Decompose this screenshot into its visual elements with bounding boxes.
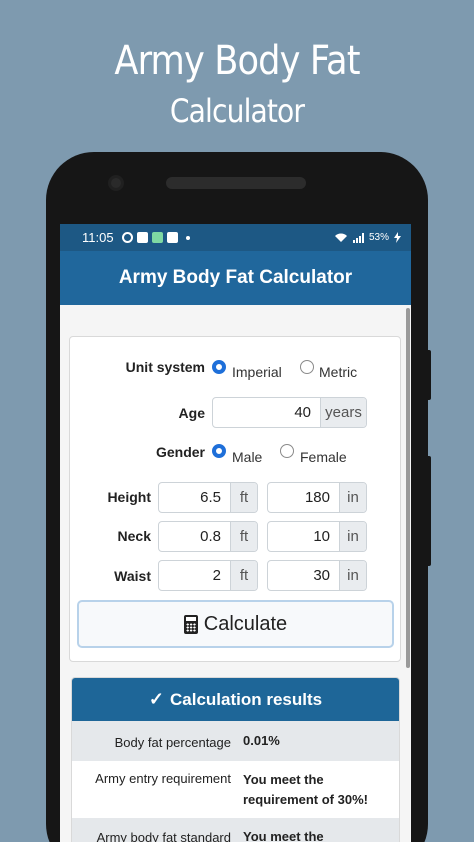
result-row-body-fat: Body fat percentage 0.01%: [72, 721, 399, 761]
height-ft-unit: ft: [230, 483, 257, 512]
radio-female-label[interactable]: Female: [300, 449, 347, 465]
result-value: 0.01%: [243, 733, 280, 748]
height-in-unit: in: [339, 483, 366, 512]
age-value[interactable]: 40: [213, 398, 320, 427]
height-in-input[interactable]: 180 in: [267, 482, 367, 513]
neck-ft-value[interactable]: 0.8: [159, 522, 230, 551]
height-in-value[interactable]: 180: [268, 483, 339, 512]
neck-in-value[interactable]: 10: [268, 522, 339, 551]
battery-icon: [394, 232, 401, 243]
neck-in-unit: in: [339, 522, 366, 551]
status-bar: 11:05 53%: [60, 224, 411, 251]
result-value: You meet the requirement of 30%!: [243, 772, 368, 807]
age-unit: years: [320, 398, 366, 427]
lock-icon: [136, 232, 148, 243]
wifi-icon: [334, 233, 347, 242]
chat-icon: [166, 232, 178, 243]
radio-imperial[interactable]: [212, 360, 226, 374]
whatsapp-icon: [121, 232, 133, 243]
waist-in-unit: in: [339, 561, 366, 590]
radio-imperial-label[interactable]: Imperial: [232, 364, 282, 380]
front-camera: [108, 175, 124, 191]
phone-screen: 11:05 53% Army Body Fat Calculator Unit: [60, 224, 411, 842]
waist-ft-input[interactable]: 2 ft: [158, 560, 258, 591]
phone-power-button: [426, 456, 431, 566]
signal-icon: [352, 232, 364, 243]
results-card: ✓ Calculation results Body fat percentag…: [71, 677, 400, 842]
app-bar: Army Body Fat Calculator: [60, 251, 411, 305]
neck-label: Neck: [117, 528, 151, 544]
radio-female[interactable]: [280, 444, 294, 458]
height-label: Height: [107, 489, 151, 505]
radio-male-label[interactable]: Male: [232, 449, 262, 465]
neck-ft-input[interactable]: 0.8 ft: [158, 521, 258, 552]
scrollbar[interactable]: [406, 308, 410, 668]
height-ft-input[interactable]: 6.5 ft: [158, 482, 258, 513]
battery-percentage: 53%: [368, 232, 389, 243]
more-notifications-dot: [185, 235, 190, 240]
calculate-button[interactable]: Calculate: [77, 600, 394, 648]
waist-label: Waist: [114, 568, 151, 584]
waist-in-value[interactable]: 30: [268, 561, 339, 590]
height-ft-value[interactable]: 6.5: [159, 483, 230, 512]
age-label: Age: [178, 405, 205, 421]
result-label: Army body fat standard: [96, 830, 231, 842]
promo-title-line2: Calculator: [169, 92, 305, 130]
status-time: 11:05: [82, 230, 114, 245]
radio-metric[interactable]: [300, 360, 314, 374]
radio-metric-label[interactable]: Metric: [319, 364, 357, 380]
neck-ft-unit: ft: [230, 522, 257, 551]
result-value: You meet the: [243, 829, 324, 842]
age-input[interactable]: 40 years: [212, 397, 367, 428]
gender-label: Gender: [155, 444, 205, 460]
calculate-button-label[interactable]: Calculate: [204, 613, 287, 636]
neck-in-input[interactable]: 10 in: [267, 521, 367, 552]
results-header: ✓ Calculation results: [72, 678, 399, 721]
waist-ft-value[interactable]: 2: [159, 561, 230, 590]
waist-ft-unit: ft: [230, 561, 257, 590]
result-row-standard: Army body fat standard You meet the: [72, 818, 399, 842]
phone-volume-button: [426, 350, 431, 400]
check-icon: ✓: [148, 689, 164, 709]
calculator-icon: [183, 614, 198, 634]
results-header-label: Calculation results: [169, 689, 323, 709]
app-title: Army Body Fat Calculator: [118, 267, 353, 288]
radio-male[interactable]: [212, 444, 226, 458]
messages-icon: [151, 232, 163, 243]
earpiece-speaker: [166, 177, 306, 189]
promo-title-line1: Army Body Fat: [114, 38, 360, 84]
result-label: Army entry requirement: [95, 771, 231, 786]
waist-in-input[interactable]: 30 in: [267, 560, 367, 591]
unit-system-label: Unit system: [125, 359, 205, 375]
result-row-entry: Army entry requirement You meet the requ…: [72, 761, 399, 818]
result-label: Body fat percentage: [114, 735, 231, 750]
